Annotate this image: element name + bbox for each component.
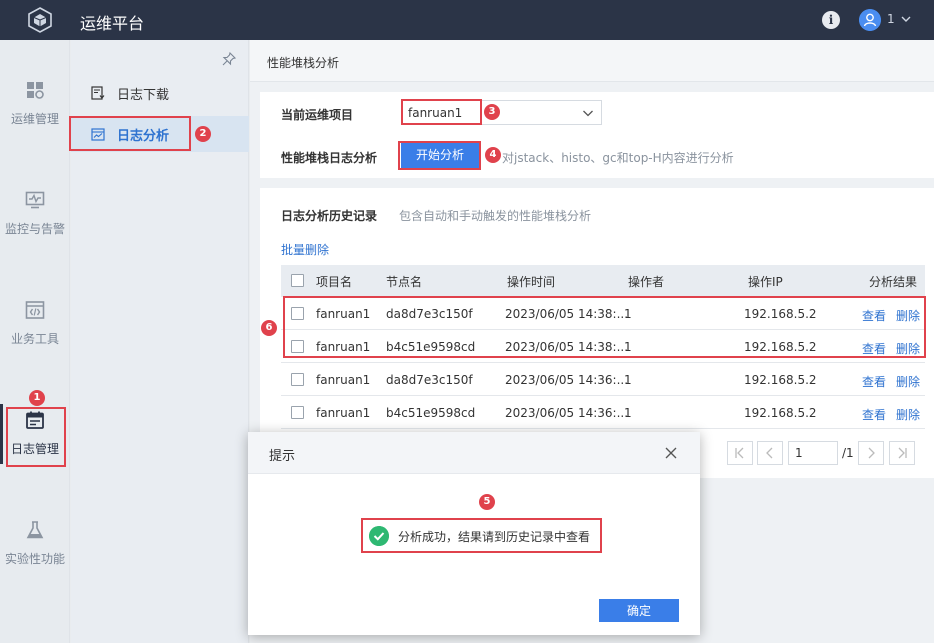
annotation-box-5 (361, 518, 602, 553)
breadcrumb: 性能堆栈分析 (250, 40, 934, 82)
cell-time: 2023/06/05 14:36:... (505, 373, 629, 387)
top-bar: 运维平台 i 1 (0, 0, 934, 40)
table-row: fanruan1 da8d7e3c150f 2023/06/05 14:36:.… (281, 363, 925, 396)
nav-item-experimental[interactable]: 实验性功能 (0, 514, 70, 574)
select-all-checkbox[interactable] (291, 274, 304, 287)
cell-ip: 192.168.5.2 (744, 406, 817, 420)
view-link[interactable]: 查看 (862, 406, 886, 423)
subnav-item-log-download[interactable]: 日志下载 (71, 75, 249, 111)
flask-icon (26, 521, 44, 539)
annotation-badge-1: 1 (29, 390, 45, 406)
col-node: 节点名 (386, 275, 423, 289)
col-result: 分析结果 (869, 275, 918, 289)
first-page-icon (735, 447, 744, 459)
view-link[interactable]: 查看 (862, 373, 886, 390)
table-header: 项目名 节点名 操作时间 操作者 操作IP 分析结果 (281, 265, 925, 297)
chevron-left-icon (766, 447, 773, 459)
cell-operator: 1 (624, 406, 632, 420)
annotation-badge-6: 6 (261, 320, 277, 336)
delete-link[interactable]: 删除 (896, 406, 920, 423)
last-page-icon (898, 447, 907, 459)
cell-node: da8d7e3c150f (386, 373, 473, 387)
dialog-title: 提示 (269, 449, 296, 464)
pager-last-button[interactable] (889, 441, 915, 465)
annotation-badge-5: 5 (479, 494, 495, 510)
platform-logo-icon (28, 7, 52, 33)
annotation-box-6 (283, 296, 926, 358)
chevron-down-icon (583, 110, 593, 117)
col-time: 操作时间 (507, 275, 556, 289)
user-name[interactable]: 1 (887, 12, 895, 26)
page-total: /1 (842, 446, 854, 460)
close-icon[interactable] (664, 446, 678, 460)
nav-item-monitor[interactable]: 监控与告警 (0, 184, 70, 244)
delete-link[interactable]: 删除 (896, 373, 920, 390)
history-subtitle: 包含自动和手动触发的性能堆栈分析 (399, 209, 592, 223)
dialog-header: 提示 (248, 432, 700, 474)
pager-prev-button[interactable] (757, 441, 783, 465)
annotation-box-2 (69, 116, 191, 151)
pin-icon[interactable] (222, 52, 236, 66)
batch-delete-link[interactable]: 批量删除 (281, 241, 329, 258)
monitor-icon (25, 191, 45, 209)
nav-item-ops[interactable]: 运维管理 (0, 74, 70, 134)
col-project: 项目名 (316, 275, 353, 289)
grid-icon (27, 82, 44, 99)
history-title: 日志分析历史记录 (281, 209, 378, 223)
table-row: fanruan1 b4c51e9598cd 2023/06/05 14:36:.… (281, 396, 925, 429)
col-ip: 操作IP (748, 275, 783, 289)
page-title: 性能堆栈分析 (267, 56, 340, 70)
annotation-badge-4: 4 (485, 147, 501, 163)
cell-project: fanruan1 (316, 373, 371, 387)
annotation-badge-3: 3 (484, 104, 500, 120)
user-avatar-icon[interactable] (859, 9, 881, 31)
pager-first-button[interactable] (727, 441, 753, 465)
annotation-badge-2: 2 (195, 126, 211, 142)
confirm-button[interactable]: 确定 (599, 599, 679, 622)
cell-node: b4c51e9598cd (386, 406, 476, 420)
nav-label: 监控与告警 (4, 222, 65, 236)
info-icon[interactable]: i (822, 11, 840, 29)
nav-item-tools[interactable]: 业务工具 (0, 294, 70, 354)
chevron-right-icon (868, 447, 875, 459)
row-checkbox[interactable] (291, 406, 304, 419)
chevron-down-icon[interactable] (900, 13, 912, 25)
analysis-hint: 对jstack、histo、gc和top-H内容进行分析 (502, 151, 734, 165)
cell-operator: 1 (624, 373, 632, 387)
annotation-box-3 (401, 99, 482, 125)
stack-analysis-label: 性能堆栈日志分析 (281, 151, 378, 165)
nav-label: 运维管理 (10, 112, 59, 126)
cell-time: 2023/06/05 14:36:... (505, 406, 629, 420)
cell-project: fanruan1 (316, 406, 371, 420)
project-label: 当前运维项目 (281, 108, 354, 122)
col-operator: 操作者 (628, 275, 665, 289)
app-title: 运维平台 (80, 14, 145, 33)
subnav-label: 日志下载 (117, 88, 170, 103)
annotation-box-4 (398, 141, 481, 170)
row-checkbox[interactable] (291, 373, 304, 386)
download-log-icon (91, 86, 105, 100)
nav-label: 业务工具 (10, 332, 59, 346)
cell-ip: 192.168.5.2 (744, 373, 817, 387)
nav-label: 实验性功能 (4, 552, 65, 566)
page-number-input[interactable] (788, 441, 838, 465)
annotation-box-1 (6, 407, 66, 467)
code-icon (25, 301, 45, 319)
pager-next-button[interactable] (858, 441, 884, 465)
